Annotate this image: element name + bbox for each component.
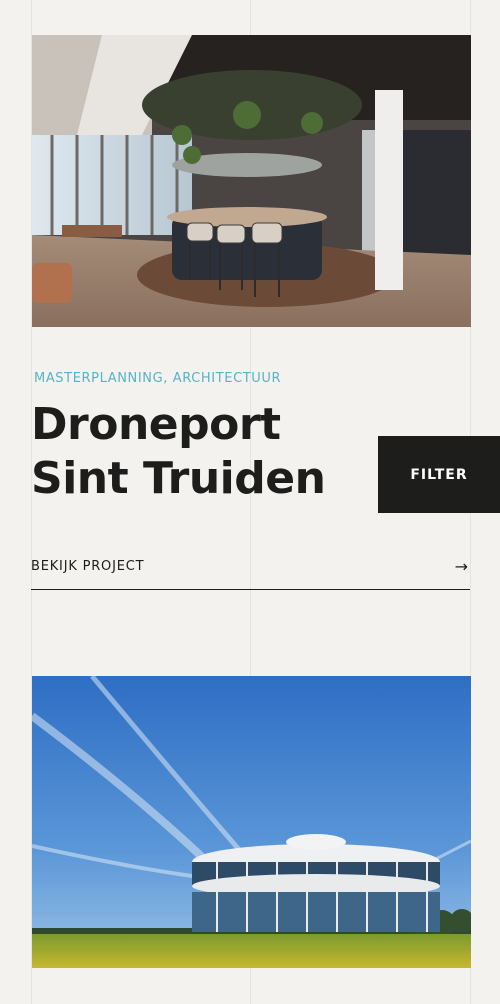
project-title-line[interactable]: Droneport <box>31 398 371 452</box>
view-project-label: BEKIJK PROJECT <box>31 559 145 574</box>
project-image-exterior[interactable] <box>32 676 471 968</box>
project-title-line[interactable]: Sint Truiden <box>31 452 371 506</box>
project-tags: MASTERPLANNING, ARCHITECTUUR <box>34 371 282 386</box>
filter-button[interactable]: FILTER <box>378 436 500 513</box>
project-title[interactable]: Droneport Sint Truiden <box>31 398 371 506</box>
arrow-right-icon: → <box>454 557 468 576</box>
view-project-link[interactable]: BEKIJK PROJECT → <box>31 544 470 590</box>
project-image-interior[interactable] <box>32 35 471 327</box>
